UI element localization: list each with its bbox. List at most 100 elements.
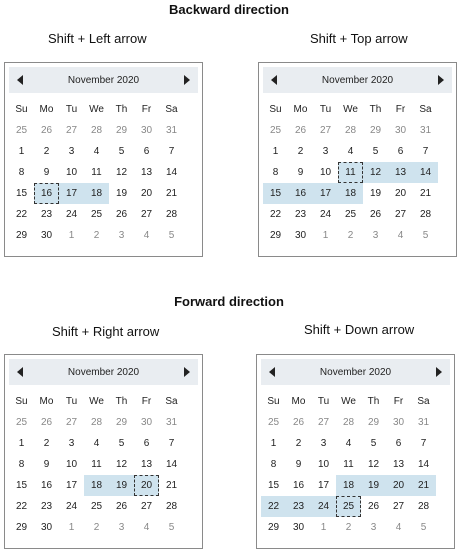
calendar-day[interactable]: 8: [261, 454, 286, 475]
calendar-day[interactable]: 27: [134, 496, 159, 517]
calendar-day[interactable]: 22: [263, 204, 288, 225]
calendar-day[interactable]: 3: [311, 433, 336, 454]
calendar-day[interactable]: 25: [9, 120, 34, 141]
calendar-day[interactable]: 22: [9, 204, 34, 225]
calendar-day[interactable]: 5: [413, 225, 438, 246]
calendar-day[interactable]: 16: [286, 475, 311, 496]
calendar-day[interactable]: 13: [388, 162, 413, 183]
calendar-day[interactable]: 29: [361, 412, 386, 433]
calendar-day[interactable]: 27: [311, 412, 336, 433]
calendar-day[interactable]: 5: [363, 141, 388, 162]
calendar-day[interactable]: 6: [134, 141, 159, 162]
calendar-day[interactable]: 23: [286, 496, 311, 517]
month-year-label[interactable]: November 2020: [68, 75, 139, 86]
calendar-day[interactable]: 27: [388, 204, 413, 225]
calendar-day[interactable]: 2: [338, 225, 363, 246]
calendar-day[interactable]: 4: [386, 517, 411, 538]
calendar-day[interactable]: 3: [363, 225, 388, 246]
calendar-day[interactable]: 12: [361, 454, 386, 475]
calendar-day[interactable]: 6: [386, 433, 411, 454]
calendar-day[interactable]: 6: [388, 141, 413, 162]
calendar-day[interactable]: 2: [34, 433, 59, 454]
calendar-day[interactable]: 11: [336, 454, 361, 475]
calendar-day[interactable]: 1: [313, 225, 338, 246]
calendar-day[interactable]: 3: [109, 517, 134, 538]
calendar-day[interactable]: 30: [386, 412, 411, 433]
calendar-day[interactable]: 24: [59, 496, 84, 517]
month-year-label[interactable]: November 2020: [322, 75, 393, 86]
calendar-day[interactable]: 31: [159, 120, 184, 141]
calendar-day[interactable]: 3: [361, 517, 386, 538]
calendar-day[interactable]: 23: [34, 204, 59, 225]
calendar-day[interactable]: 26: [361, 496, 386, 517]
calendar-day[interactable]: 15: [263, 183, 288, 204]
calendar-day[interactable]: 4: [338, 141, 363, 162]
calendar-day[interactable]: 10: [59, 454, 84, 475]
calendar-day[interactable]: 7: [159, 433, 184, 454]
calendar-day[interactable]: 26: [286, 412, 311, 433]
calendar-day[interactable]: 17: [313, 183, 338, 204]
calendar-day[interactable]: 16: [288, 183, 313, 204]
calendar-day[interactable]: 14: [413, 162, 438, 183]
calendar-day[interactable]: 14: [411, 454, 436, 475]
calendar-day[interactable]: 1: [311, 517, 336, 538]
calendar-day[interactable]: 26: [34, 120, 59, 141]
calendar-day[interactable]: 20: [386, 475, 411, 496]
calendar-day[interactable]: 11: [338, 162, 363, 183]
calendar-day[interactable]: 5: [361, 433, 386, 454]
calendar-day[interactable]: 28: [84, 120, 109, 141]
calendar-day[interactable]: 5: [159, 517, 184, 538]
calendar-day[interactable]: 20: [134, 183, 159, 204]
calendar-day[interactable]: 23: [288, 204, 313, 225]
calendar-day[interactable]: 19: [109, 475, 134, 496]
calendar-day[interactable]: 21: [411, 475, 436, 496]
previous-month-button[interactable]: [263, 67, 285, 93]
calendar-day[interactable]: 25: [263, 120, 288, 141]
calendar-day[interactable]: 1: [261, 433, 286, 454]
calendar-day[interactable]: 2: [336, 517, 361, 538]
calendar-day[interactable]: 5: [159, 225, 184, 246]
calendar-day[interactable]: 3: [109, 225, 134, 246]
calendar-day[interactable]: 4: [84, 141, 109, 162]
calendar-day[interactable]: 2: [84, 517, 109, 538]
calendar-day[interactable]: 30: [288, 225, 313, 246]
calendar-day[interactable]: 4: [134, 225, 159, 246]
calendar-day[interactable]: 12: [363, 162, 388, 183]
calendar-day[interactable]: 3: [313, 141, 338, 162]
calendar-day[interactable]: 1: [9, 433, 34, 454]
previous-month-button[interactable]: [9, 67, 31, 93]
calendar-day[interactable]: 31: [411, 412, 436, 433]
calendar-day[interactable]: 14: [159, 454, 184, 475]
calendar-day[interactable]: 25: [9, 412, 34, 433]
calendar-day[interactable]: 11: [84, 162, 109, 183]
calendar-day[interactable]: 30: [134, 412, 159, 433]
calendar-day[interactable]: 15: [261, 475, 286, 496]
calendar-day[interactable]: 31: [159, 412, 184, 433]
calendar-day[interactable]: 26: [363, 204, 388, 225]
calendar-day[interactable]: 2: [84, 225, 109, 246]
calendar-day[interactable]: 18: [336, 475, 361, 496]
calendar-day[interactable]: 7: [411, 433, 436, 454]
calendar-day[interactable]: 22: [9, 496, 34, 517]
calendar-day[interactable]: 30: [388, 120, 413, 141]
calendar-day[interactable]: 10: [311, 454, 336, 475]
calendar-day[interactable]: 2: [288, 141, 313, 162]
calendar-day[interactable]: 10: [313, 162, 338, 183]
calendar-day[interactable]: 27: [386, 496, 411, 517]
calendar-day[interactable]: 1: [59, 517, 84, 538]
calendar-day[interactable]: 24: [311, 496, 336, 517]
calendar-day[interactable]: 26: [109, 204, 134, 225]
calendar-day[interactable]: 28: [84, 412, 109, 433]
calendar-day[interactable]: 17: [311, 475, 336, 496]
calendar-day[interactable]: 7: [413, 141, 438, 162]
calendar-day[interactable]: 29: [9, 225, 34, 246]
calendar-day[interactable]: 21: [159, 183, 184, 204]
calendar-day[interactable]: 13: [134, 162, 159, 183]
calendar-day[interactable]: 27: [59, 120, 84, 141]
calendar-day[interactable]: 29: [261, 517, 286, 538]
previous-month-button[interactable]: [9, 359, 31, 385]
calendar-day[interactable]: 3: [59, 433, 84, 454]
calendar-day[interactable]: 16: [34, 475, 59, 496]
calendar-day[interactable]: 18: [84, 475, 109, 496]
calendar-day[interactable]: 26: [34, 412, 59, 433]
